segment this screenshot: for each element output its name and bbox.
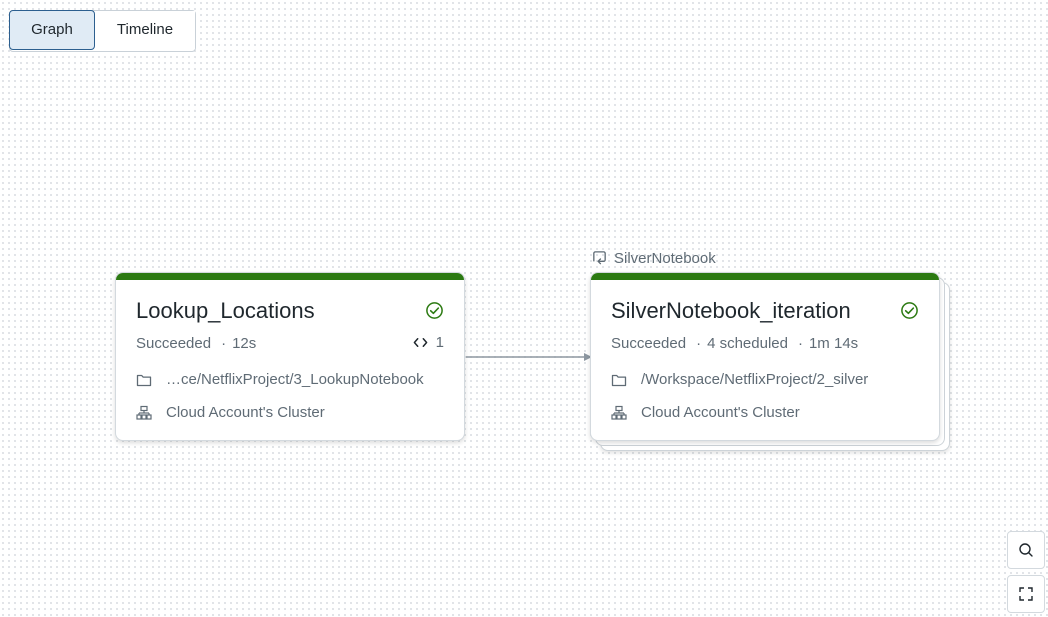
meta-separator: · [221,335,227,352]
folder-icon [611,374,627,386]
task-card-silvernotebook-iteration[interactable]: SilverNotebook_iteration Succeeded · 4 s… [590,272,940,441]
check-circle-icon [901,302,918,319]
zoom-button[interactable] [1007,531,1045,569]
tab-timeline[interactable]: Timeline [95,11,195,49]
meta-separator: · [696,335,702,352]
task-title: SilverNotebook_iteration [611,298,851,323]
cluster-name: Cloud Account's Cluster [641,404,800,421]
for-each-group-label: SilverNotebook [591,250,716,267]
notebook-path: /Workspace/NetflixProject/2_silver [641,371,869,388]
check-circle-icon [426,302,443,319]
task-status: Succeeded [611,335,687,352]
task-title: Lookup_Locations [136,298,315,323]
notebook-path-row: …ce/NetflixProject/3_LookupNotebook [136,371,424,388]
cluster-row: Cloud Account's Cluster [611,404,800,421]
code-icon [413,338,427,347]
search-icon [1019,543,1033,557]
task-meta: Succeeded · 12s [136,335,256,352]
loop-icon [593,251,606,265]
task-duration: 12s [232,335,257,352]
task-meta: Succeeded · 4 scheduled · 1m 14s [611,335,858,352]
view-toggle: Graph Timeline [9,10,196,52]
cluster-icon [611,405,627,420]
group-name: SilverNotebook [614,250,716,267]
code-count-value: 1 [435,334,444,351]
tab-graph[interactable]: Graph [9,10,95,50]
task-status: Succeeded [136,335,212,352]
cluster-name: Cloud Account's Cluster [166,404,325,421]
folder-icon [136,374,152,386]
status-bar [116,273,464,280]
task-scheduled: 4 scheduled [707,335,788,352]
cluster-icon [136,405,152,420]
status-bar [591,273,939,280]
fit-view-button[interactable] [1007,575,1045,613]
notebook-path: …ce/NetflixProject/3_LookupNotebook [166,371,424,388]
meta-separator: · [797,335,803,352]
task-duration: 1m 14s [808,335,859,352]
code-count: 1 [413,334,444,351]
task-card-lookup-locations[interactable]: Lookup_Locations Succeeded · 12s 1 …ce/N… [115,272,465,441]
notebook-path-row: /Workspace/NetflixProject/2_silver [611,371,868,388]
task-dependency-arrow [466,353,592,361]
fit-view-icon [1019,587,1033,601]
cluster-row: Cloud Account's Cluster [136,404,325,421]
